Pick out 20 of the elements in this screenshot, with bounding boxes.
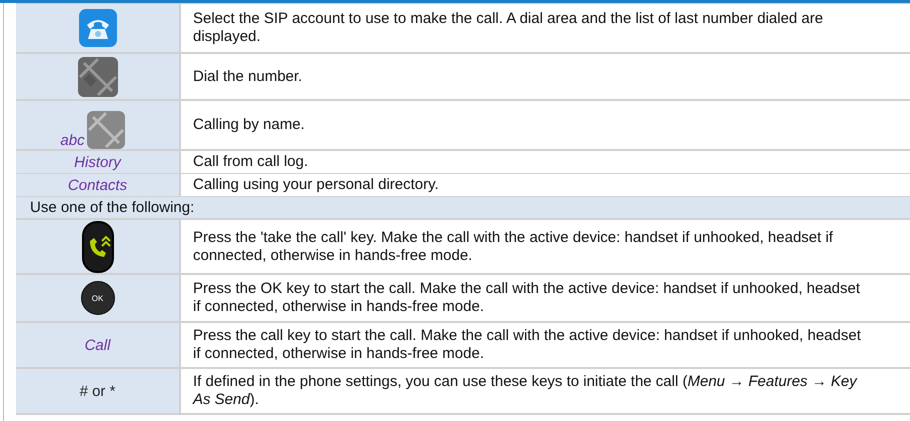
description-text: Calling by name. [193,116,305,134]
keypad-icon [78,56,118,96]
description-text: Press the 'take the call' key. Make the call with the active device: handset if unhooked, headset if connected, otherwise in hands-free mode. [193,228,834,264]
description-text: Press the OK key to start the call. Make the call with the active device: handset if unhooked, headset if connected, otherwise in hands-free mode. [193,280,862,316]
keypad-icon [86,111,125,149]
description-text: Select the SIP account to use to make the call. A dial area and the list of last number dialed are displayed. [193,10,824,46]
description-text: Calling using your personal directory. [193,176,439,194]
section-heading: Use one of the following: [16,197,910,218]
description-text: Call from call log. [193,153,308,171]
call-key-icon [82,220,114,272]
key-label: # or * [80,382,116,400]
key-label: History [74,154,121,170]
telephone-icon [78,9,116,47]
key-label: Contacts [68,176,128,194]
key-label: Call [84,336,110,354]
ok-key-icon: OK [80,281,114,315]
description-text: Dial the number. [193,68,302,86]
description-text: If defined in the phone settings, you can use these keys to initiate the call (Menu → Features → Key As Send). [193,373,858,409]
key-label: abc [60,132,85,149]
description-text: Press the call key to start the call. Make the call with the active device: handset if unhooked, headset if connected, otherwise in hands-free mode. [193,327,862,363]
